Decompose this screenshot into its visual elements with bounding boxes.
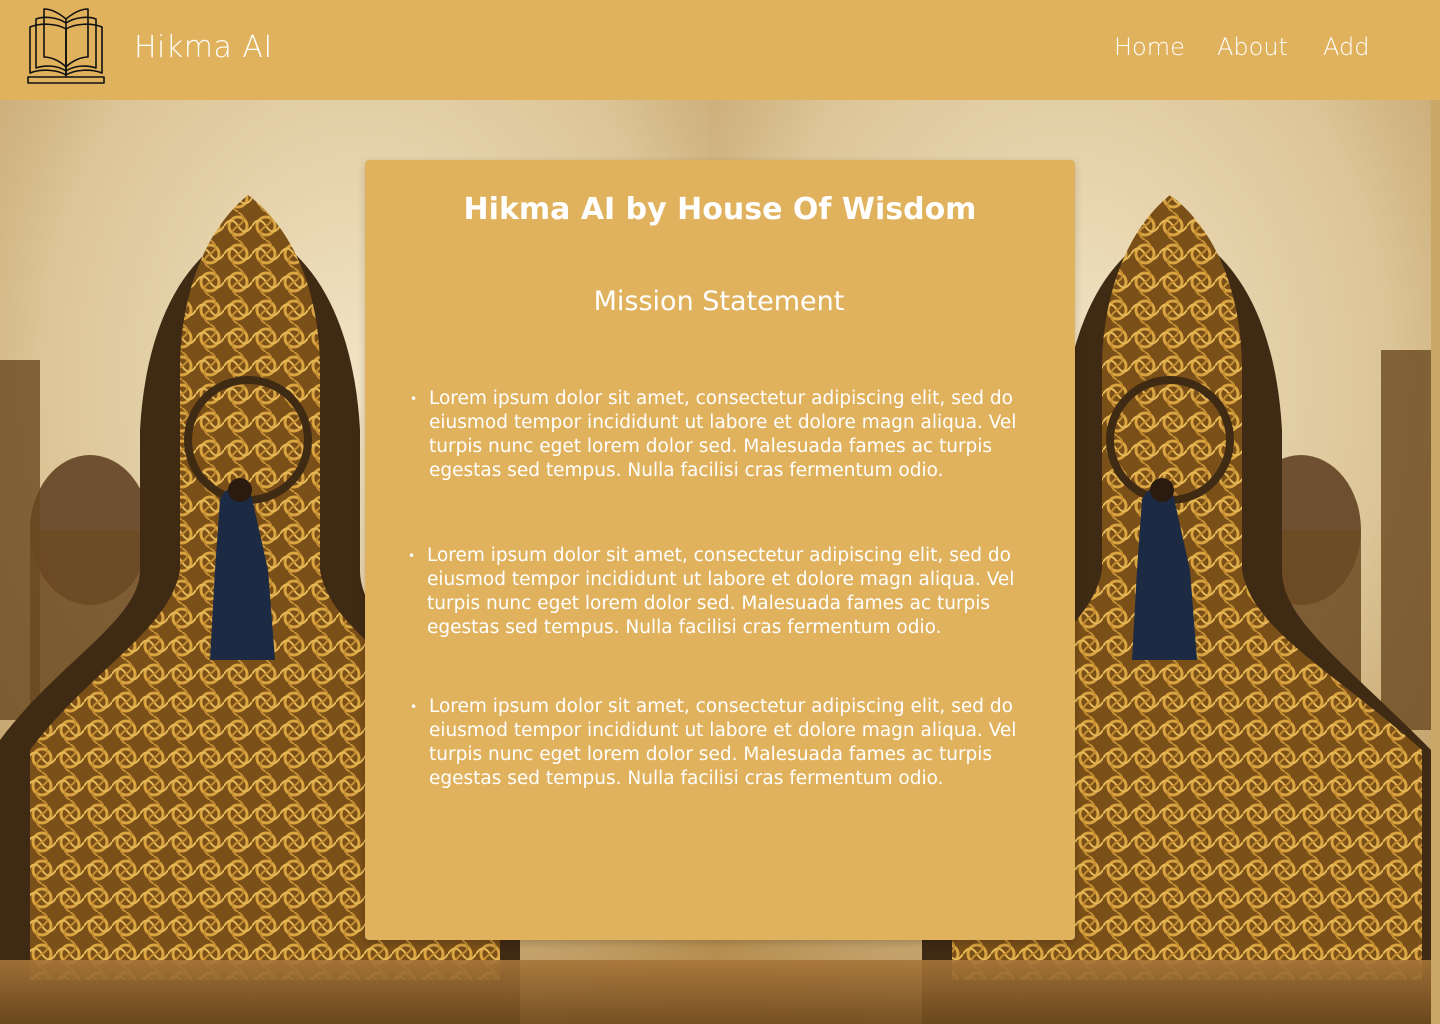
- mission-bullet-list: Lorem ipsum dolor sit amet, consectetur …: [365, 160, 1075, 940]
- mission-bullet: Lorem ipsum dolor sit amet, consectetur …: [410, 695, 1041, 791]
- mission-card: Hikma AI by House Of Wisdom Mission Stat…: [365, 160, 1075, 940]
- mission-bullet: Lorem ipsum dolor sit amet, consectetur …: [410, 387, 1041, 483]
- open-book-icon[interactable]: [26, 5, 106, 85]
- page: Hikma AI Home About Add Hikma AI by Hous…: [0, 0, 1440, 1024]
- nav-home-link[interactable]: Home: [1114, 33, 1185, 61]
- top-navigation-bar: Hikma AI Home About Add: [0, 0, 1440, 100]
- mission-bullet: Lorem ipsum dolor sit amet, consectetur …: [408, 544, 1039, 640]
- brand-name[interactable]: Hikma AI: [134, 30, 273, 65]
- nav-about-link[interactable]: About: [1217, 33, 1288, 61]
- nav-add-link[interactable]: Add: [1323, 33, 1369, 61]
